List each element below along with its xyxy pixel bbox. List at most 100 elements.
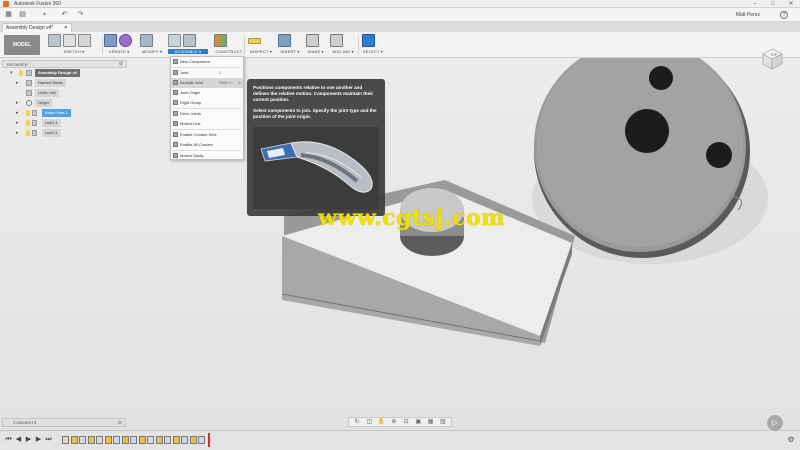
tree-item-origin[interactable]: ▸ Origin — [2, 98, 127, 108]
close-tab-icon[interactable]: ✕ — [64, 25, 68, 31]
video-play-badge[interactable]: ▷ — [766, 414, 784, 432]
timeline-settings-icon[interactable]: ⚙ — [786, 435, 796, 445]
select-group[interactable]: SELECT ▾ — [362, 34, 384, 56]
visibility-bulb-icon[interactable] — [19, 70, 23, 76]
play-icon[interactable]: ▶ — [24, 435, 33, 445]
menu-item-as-built-joint[interactable]: As-built Joint Shift+J ↲ — [171, 78, 243, 88]
visibility-bulb-icon[interactable] — [26, 110, 30, 116]
menu-item-joint[interactable]: Joint J — [171, 68, 243, 78]
redo-icon[interactable]: ↷ — [76, 11, 85, 19]
timeline-feature-icon[interactable] — [62, 436, 69, 444]
visibility-eye-icon[interactable] — [26, 100, 32, 106]
timeline-marker[interactable] — [208, 433, 210, 447]
look-at-icon[interactable]: ◫ — [365, 419, 373, 426]
menu-item-joint-origin[interactable]: Joint Origin — [171, 88, 243, 98]
document-tab[interactable]: Assembly Design v4* ✕ — [2, 23, 72, 32]
timeline-feature-icon[interactable] — [189, 436, 197, 444]
expand-arrow-icon[interactable]: ▸ — [16, 80, 19, 86]
modify-group[interactable]: MODIFY ▾ — [140, 34, 164, 56]
app-title: Autodesk Fusion 360 — [14, 1, 61, 7]
data-panel-icon[interactable]: ▦ — [4, 11, 13, 19]
menu-item-motion-link[interactable]: Motion Link — [171, 119, 243, 129]
menu-item-label: Motion Study — [180, 153, 204, 158]
view-cube[interactable]: TOP — [758, 46, 784, 72]
browser-header[interactable]: BROWSER ⊙ — [2, 60, 127, 68]
joint-icon — [173, 70, 178, 75]
go-to-end-icon[interactable]: ⏭ — [44, 435, 53, 445]
go-to-start-icon[interactable]: ⏮ — [4, 435, 13, 445]
tooltip-description: Positions components relative to one ano… — [253, 85, 374, 102]
collapse-panel-icon[interactable]: ⊙ — [119, 61, 123, 67]
tree-item-units[interactable]: Units: mm — [2, 88, 127, 98]
expand-arrow-icon[interactable]: ▸ — [16, 130, 19, 136]
undo-icon[interactable]: ↶ — [60, 11, 69, 19]
rigid-group-icon — [173, 100, 178, 105]
insert-group[interactable]: INSERT ▾ — [278, 34, 302, 56]
tree-item-root[interactable]: ▾ Assembly Design v4 — [2, 68, 127, 78]
close-window-button[interactable]: ✕ — [786, 1, 796, 7]
tree-item-link2[interactable]: ▸ Link2:1 — [2, 128, 127, 138]
press-pull-icon — [140, 34, 153, 47]
construct-group[interactable]: CONSTRUCT ▾ — [214, 34, 244, 59]
timeline-feature-icon[interactable] — [155, 436, 163, 444]
pan-icon[interactable]: ✋ — [378, 419, 386, 426]
display-settings-icon[interactable]: ▣ — [414, 419, 422, 426]
workspace-switcher[interactable]: MODEL — [4, 35, 40, 55]
menu-item-motion-study[interactable]: Motion Study — [171, 151, 243, 161]
make-group[interactable]: MAKE ▾ — [306, 34, 326, 56]
component-icon — [32, 120, 37, 126]
timeline-feature-icon[interactable] — [96, 436, 103, 444]
timeline-feature-icon[interactable] — [147, 436, 154, 444]
expand-arrow-icon[interactable]: ▾ — [10, 70, 13, 76]
minimize-button[interactable]: – — [750, 1, 760, 7]
assemble-group[interactable]: ASSEMBLE ▾ — [168, 34, 208, 56]
timeline-feature-icon[interactable] — [138, 436, 146, 444]
watermark-text: www.cgtsj.com — [318, 205, 506, 231]
timeline-feature-icon[interactable] — [113, 436, 120, 444]
step-back-icon[interactable]: ◀ — [14, 435, 23, 445]
viewports-icon[interactable]: ▥ — [439, 419, 447, 426]
expand-arrow-icon[interactable]: ▸ — [16, 110, 19, 116]
timeline-feature-icon[interactable] — [130, 436, 137, 444]
menu-item-rigid-group[interactable]: Rigid Group — [171, 98, 243, 108]
help-icon[interactable]: ? — [780, 11, 788, 19]
timeline-feature-icon[interactable] — [181, 436, 188, 444]
tree-item-link1[interactable]: ▸ Link1:1 — [2, 118, 127, 128]
collapse-comments-icon[interactable]: ⊙ — [118, 420, 122, 426]
timeline-feature-icon[interactable] — [198, 436, 205, 444]
menu-item-enable-contact-sets[interactable]: Enable Contact Sets — [171, 130, 243, 140]
timeline-feature-icon[interactable] — [172, 436, 180, 444]
grid-settings-icon[interactable]: ▦ — [427, 419, 435, 426]
tree-item-label: Base Plate:1 — [42, 109, 71, 117]
expand-arrow-icon[interactable]: ▸ — [16, 120, 19, 126]
inspect-group[interactable]: INSPECT ▾ — [248, 34, 274, 56]
timeline-feature-icon[interactable] — [70, 436, 78, 444]
file-menu-icon[interactable]: ▤ — [18, 11, 27, 19]
maximize-button[interactable]: □ — [768, 1, 778, 7]
add-ins-group[interactable]: ADD-INS ▾ — [330, 34, 356, 56]
browser-title: BROWSER — [7, 62, 28, 67]
timeline-feature-icon[interactable] — [79, 436, 86, 444]
menu-item-new-component[interactable]: New Component — [171, 57, 243, 67]
visibility-bulb-icon[interactable] — [26, 130, 30, 136]
expand-arrow-icon[interactable]: ▸ — [16, 100, 19, 106]
timeline-feature-icon[interactable] — [121, 436, 129, 444]
save-icon[interactable]: ▪ — [40, 11, 49, 19]
timeline-feature-icon[interactable] — [104, 436, 112, 444]
menu-item-enable-all-contact[interactable]: Enable All Contact — [171, 140, 243, 150]
user-name[interactable]: Matt Perez — [736, 12, 760, 18]
menu-item-drive-joints[interactable]: Drive Joints — [171, 109, 243, 119]
fit-icon[interactable]: ⊡ — [402, 419, 410, 426]
create-group[interactable]: CREATE ▾ — [104, 34, 134, 56]
comments-panel[interactable]: COMMENTS ⊙ — [2, 418, 126, 427]
step-forward-icon[interactable]: ▶ — [34, 435, 43, 445]
new-component-icon — [173, 59, 178, 64]
sketch-group[interactable]: SKETCH ▾ — [48, 34, 100, 56]
tree-item-base-plate[interactable]: ▸ Base Plate:1 — [2, 108, 127, 118]
timeline-feature-icon[interactable] — [164, 436, 171, 444]
timeline-feature-icon[interactable] — [87, 436, 95, 444]
orbit-icon[interactable]: ↻ — [353, 419, 361, 426]
visibility-bulb-icon[interactable] — [26, 120, 30, 126]
zoom-icon[interactable]: ⊕ — [390, 419, 398, 426]
tree-item-named-views[interactable]: ▸ Named Views — [2, 78, 127, 88]
